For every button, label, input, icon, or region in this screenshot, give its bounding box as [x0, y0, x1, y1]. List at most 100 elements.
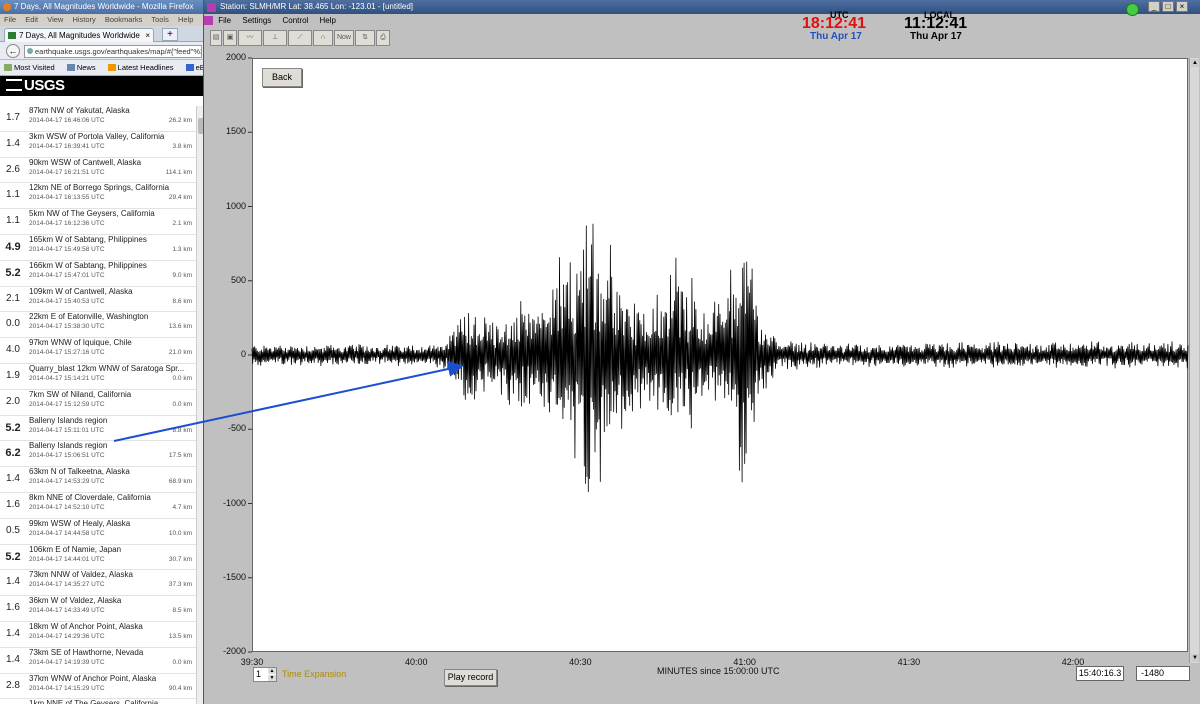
- magnitude: 1.6: [6, 498, 20, 510]
- place-name: 73km NNW of Valdez, Alaska: [29, 570, 133, 580]
- play-record-button[interactable]: Play record: [444, 669, 497, 686]
- earthquake-list-item[interactable]: 4.9 165km W of Sabtang, Philippines 2014-0…: [0, 234, 196, 261]
- magnitude: 0.5: [6, 524, 20, 536]
- earthquake-list-item[interactable]: 0.5 99km WSW of Healy, Alaska 2014-04-17 1…: [0, 518, 196, 545]
- earthquake-list-item[interactable]: 2.8 37km WNW of Anchor Point, Alaska 2014-…: [0, 673, 196, 700]
- time-expansion-label: Time Expansion: [282, 669, 347, 679]
- earthquake-list: 1.7 87km NW of Yakutat, Alaska 2014-04-17 …: [0, 106, 196, 704]
- menu-tools[interactable]: Tools: [151, 15, 169, 24]
- event-depth: 21.0 km: [168, 349, 192, 357]
- menu-edit[interactable]: Edit: [25, 15, 38, 24]
- place-name: 37km WNW of Anchor Point, Alaska: [29, 673, 157, 683]
- earthquake-list-item[interactable]: 2.6 90km WSW of Cantwell, Alaska 2014-04-1…: [0, 157, 196, 184]
- menu-history[interactable]: History: [72, 15, 95, 24]
- tab-usgs[interactable]: 7 Days, All Magnitudes Worldwide ×: [4, 28, 154, 42]
- magnitude: 1.4: [6, 137, 20, 149]
- tab-close-icon[interactable]: ×: [145, 29, 150, 42]
- bookmark-icon: [4, 64, 12, 71]
- tab-title: 7 Days, All Magnitudes Worldwide: [19, 31, 140, 40]
- event-time: 2014-04-17 14:52:10 UTC: [29, 503, 105, 511]
- menu-file[interactable]: File: [4, 15, 16, 24]
- event-time: 2014-04-17 14:44:01 UTC: [29, 555, 105, 563]
- place-name: 73km SE of Hawthorne, Nevada: [29, 647, 144, 657]
- event-depth: 17.5 km: [168, 452, 192, 460]
- event-depth: 30.7 km: [168, 555, 192, 563]
- event-time: 2014-04-17 14:29:36 UTC: [29, 632, 105, 640]
- earthquake-list-item[interactable]: 1km NNE of The Geysers, California: [0, 699, 196, 704]
- menu-view[interactable]: View: [47, 15, 63, 24]
- earthquake-list-item[interactable]: 1.1 5km NW of The Geysers, California 2014…: [0, 209, 196, 235]
- menu-bookmarks[interactable]: Bookmarks: [105, 15, 143, 24]
- earthquake-list-item[interactable]: 5.2 106km E of Namie, Japan 2014-04-17 14:…: [0, 544, 196, 571]
- earthquake-list-item[interactable]: 1.6 36km W of Valdez, Alaska 2014-04-17 14…: [0, 596, 196, 622]
- place-name: 22km E of Eatonville, Washington: [29, 312, 149, 322]
- x-tick-label: 40:00: [404, 657, 428, 667]
- magnitude: 1.4: [6, 576, 20, 588]
- place-name: 109km W of Cantwell, Alaska: [29, 286, 133, 296]
- bookmark-latest-headlines[interactable]: Latest Headlines: [107, 63, 179, 72]
- bookmark-news[interactable]: News: [66, 63, 101, 72]
- scroll-up-icon[interactable]: ▲: [1191, 59, 1199, 67]
- time-expansion-value: 1: [256, 669, 262, 679]
- place-name: 166km W of Sabtang, Philippines: [29, 260, 147, 270]
- event-depth: 37.3 km: [168, 581, 192, 589]
- magnitude: 1.9: [6, 369, 20, 381]
- event-depth: 1.3 km: [172, 245, 192, 253]
- magnitude: 0.0: [6, 318, 20, 330]
- earthquake-list-item[interactable]: 1.4 18km W of Anchor Point, Alaska 2014-04…: [0, 621, 196, 648]
- cursor-value-readout: -1480: [1136, 666, 1190, 681]
- spinner-up-icon[interactable]: ▲: [268, 668, 276, 674]
- menu-help[interactable]: Help: [178, 15, 193, 24]
- seismograph-window: Station: SLMH/MR Lat: 38.465 Lon: -123.0…: [204, 0, 1200, 704]
- x-axis-title: MINUTES since 15:00:00 UTC: [657, 666, 780, 676]
- place-name: 97km WNW of Iquique, Chile: [29, 338, 132, 348]
- earthquake-list-item[interactable]: 5.2 Balleny Islands region 2014-04-17 15:1…: [0, 415, 196, 442]
- earthquake-list-item[interactable]: 2.0 7km SW of Niland, California 2014-04-1…: [0, 389, 196, 416]
- earthquake-list-item[interactable]: 1.4 73km SE of Hawthorne, Nevada 2014-04-1…: [0, 647, 196, 674]
- list-scrollbar[interactable]: [196, 106, 203, 704]
- new-tab-button[interactable]: +: [162, 28, 178, 41]
- earthquake-list-item[interactable]: 1.1 12km NE of Borrego Springs, Californi…: [0, 183, 196, 210]
- event-time: 2014-04-17 14:44:58 UTC: [29, 529, 105, 537]
- event-time: 2014-04-17 14:15:29 UTC: [29, 684, 105, 692]
- event-depth: 90.4 km: [168, 684, 192, 692]
- back-button[interactable]: Back: [262, 68, 302, 87]
- event-time: 2014-04-17 16:12:36 UTC: [29, 220, 105, 228]
- event-depth: 10.0 km: [168, 529, 192, 537]
- x-tick-label: 40:30: [569, 657, 592, 667]
- event-time: 2014-04-17 15:38:30 UTC: [29, 323, 105, 331]
- place-name: 106km E of Namie, Japan: [29, 544, 122, 554]
- globe-icon: [27, 48, 33, 54]
- event-depth: 2.1 km: [172, 220, 192, 228]
- bookmark-label: Most Visited: [14, 63, 55, 72]
- bookmarks-toolbar: Most Visited News Latest Headlines eBay: [0, 60, 203, 76]
- time-expansion-spinner[interactable]: 1 ▲ ▼: [253, 667, 277, 682]
- earthquake-list-item[interactable]: 5.2 166km W of Sabtang, Philippines 2014-0…: [0, 260, 196, 287]
- back-arrow-icon[interactable]: ←: [6, 44, 20, 58]
- y-tick-label: -2000: [222, 646, 246, 656]
- earthquake-list-item[interactable]: 1.4 63km N of Talkeetna, Alaska 2014-04-17…: [0, 467, 196, 493]
- event-depth: 13.5 km: [168, 632, 192, 640]
- earthquake-list-item[interactable]: 6.2 Balleny Islands region 2014-04-17 15:0…: [0, 441, 196, 468]
- event-time: 2014-04-17 15:06:51 UTC: [29, 452, 105, 460]
- url-bar[interactable]: earthquake.usgs.gov/earthquakes/map/#{"f…: [24, 45, 202, 58]
- scroll-down-icon[interactable]: ▼: [1191, 654, 1199, 662]
- magnitude: 1.4: [6, 653, 20, 665]
- earthquake-list-item[interactable]: 0.0 22km E of Eatonville, Washington 2014-…: [0, 312, 196, 339]
- place-name: 36km W of Valdez, Alaska: [29, 596, 122, 606]
- tab-strip: 7 Days, All Magnitudes Worldwide × +: [0, 26, 203, 42]
- spinner-down-icon[interactable]: ▼: [268, 675, 276, 681]
- earthquake-list-item[interactable]: 1.4 73km NNW of Valdez, Alaska 2014-04-17 …: [0, 570, 196, 597]
- plot-vertical-scrollbar[interactable]: ▲ ▼: [1189, 58, 1199, 663]
- bookmark-most-visited[interactable]: Most Visited: [4, 63, 60, 72]
- event-time: 2014-04-17 14:35:27 UTC: [29, 581, 105, 589]
- event-depth: 3.8 km: [172, 142, 192, 150]
- magnitude: 1.1: [6, 189, 20, 201]
- earthquake-list-item[interactable]: 1.7 87km NW of Yakutat, Alaska 2014-04-17 …: [0, 106, 196, 132]
- earthquake-list-item[interactable]: 1.4 3km WSW of Portola Valley, California…: [0, 131, 196, 158]
- earthquake-list-item[interactable]: 2.1 109km W of Cantwell, Alaska 2014-04-17…: [0, 286, 196, 313]
- earthquake-list-item[interactable]: 4.0 97km WNW of Iquique, Chile 2014-04-17 …: [0, 338, 196, 364]
- bookmark-ebay[interactable]: eBay: [185, 63, 203, 72]
- earthquake-list-item[interactable]: 1.6 8km NNE of Cloverdale, California 2014…: [0, 492, 196, 519]
- earthquake-list-item[interactable]: 1.9 Quarry_blast 12km WNW of Saratoga Spr…: [0, 363, 196, 390]
